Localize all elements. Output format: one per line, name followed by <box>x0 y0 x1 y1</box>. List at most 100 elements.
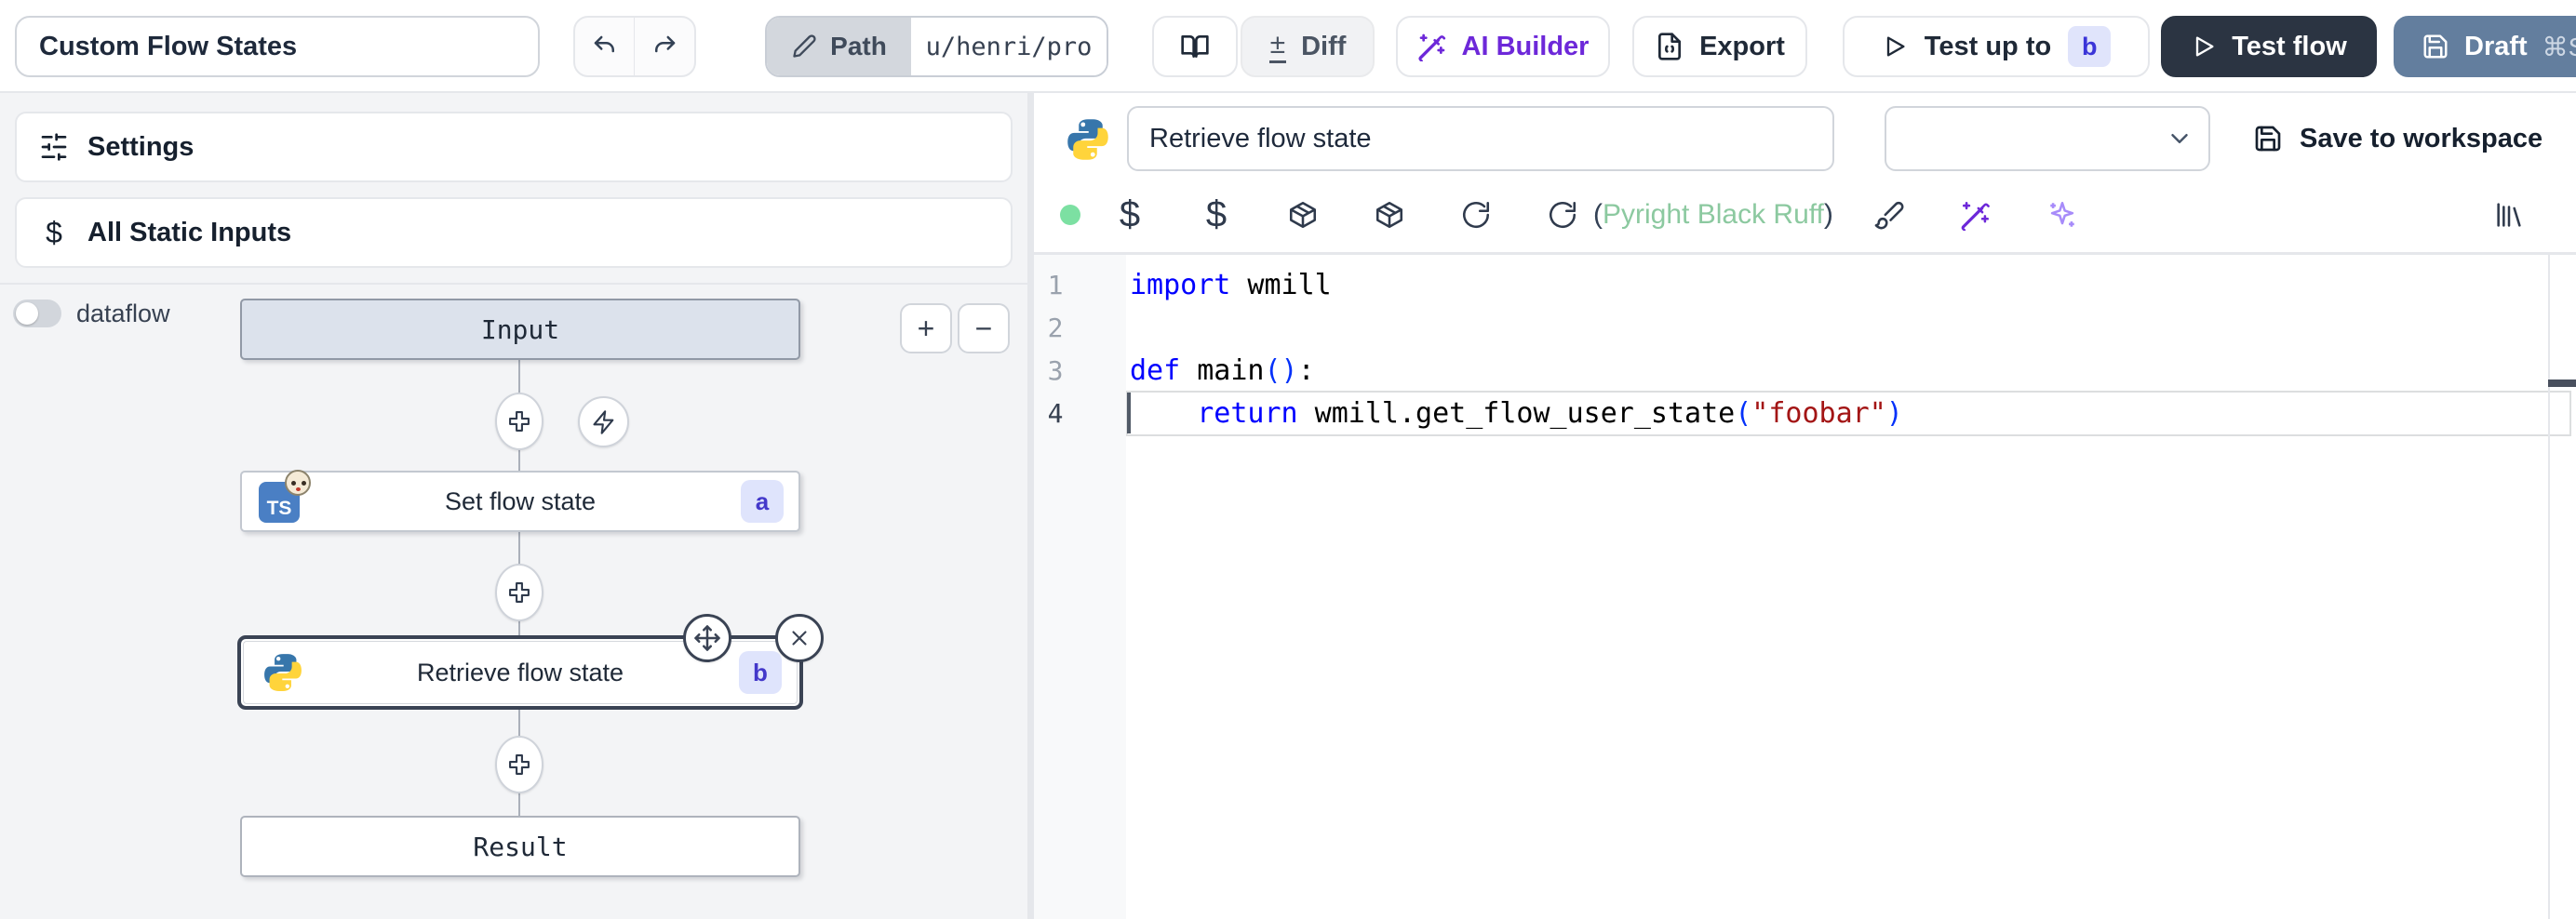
line-number: 2 <box>1034 307 1077 350</box>
save-draft-button[interactable]: Draft ⌘S <box>2394 16 2576 77</box>
flow-settings-button[interactable]: Settings <box>15 112 1013 182</box>
variables-dollar-icon[interactable]: $ <box>1120 194 1140 236</box>
plus-icon <box>506 408 532 434</box>
zoom-out-button[interactable]: − <box>958 303 1010 353</box>
line-number: 1 <box>1034 264 1077 307</box>
result-node-label: Result <box>473 832 567 862</box>
code-line[interactable] <box>1130 307 2576 350</box>
trigger-button[interactable] <box>578 396 629 447</box>
plus-icon <box>506 752 532 778</box>
save-to-workspace-button[interactable]: Save to workspace <box>2253 106 2542 171</box>
redo-icon <box>651 33 678 60</box>
toggle-knob <box>16 302 38 325</box>
wand-icon <box>1417 32 1447 61</box>
step-b-label: Retrieve flow state <box>417 659 624 687</box>
minus-icon: − <box>975 312 993 346</box>
format-brush-icon[interactable] <box>1873 199 1905 231</box>
export-button[interactable]: Export <box>1632 16 1807 77</box>
delete-step-button[interactable] <box>775 614 824 662</box>
panel-splitter[interactable] <box>1027 93 1034 919</box>
plus-icon: + <box>918 312 935 346</box>
topbar: Custom Flow States Path u/henri/pro ± <box>0 0 2576 93</box>
code-editor[interactable]: 1234 import wmill def main(): return wmil… <box>1034 255 2576 919</box>
move-icon <box>693 624 721 652</box>
test-up-to-label: Test up to <box>1925 32 2051 62</box>
reload-icon[interactable] <box>1460 199 1492 231</box>
editor-toolbar: $ $ (Pyright Black Ruff) <box>1034 186 2576 244</box>
static-inputs-label: All Static Inputs <box>87 218 291 248</box>
undo-icon <box>591 33 619 60</box>
pencil-icon <box>791 33 817 60</box>
path-button[interactable]: Path u/henri/pro <box>765 16 1108 77</box>
main-area: Settings $ All Static Inputs dataflow In… <box>0 93 2576 919</box>
zap-icon <box>591 409 617 435</box>
play-icon <box>1882 33 1908 60</box>
undo-redo-group <box>573 16 696 77</box>
zoom-in-button[interactable]: + <box>900 303 952 353</box>
sparkles-icon[interactable] <box>2046 199 2078 231</box>
diff-button[interactable]: ± Diff <box>1241 16 1375 77</box>
diff-icon: ± <box>1269 31 1286 63</box>
step-name-input[interactable]: Retrieve flow state <box>1127 106 1834 171</box>
test-flow-button[interactable]: Test flow <box>2161 16 2377 77</box>
step-node-a[interactable]: TS Set flow state a <box>240 471 800 532</box>
path-label-segment: Path <box>767 18 911 75</box>
line-number: 3 <box>1034 350 1077 393</box>
input-node-label: Input <box>481 314 559 345</box>
dollar-icon: $ <box>39 216 69 250</box>
bun-icon <box>285 470 311 496</box>
test-flow-label: Test flow <box>2232 32 2347 62</box>
python-icon <box>262 652 303 693</box>
test-up-to-step-badge: b <box>2068 26 2111 67</box>
diff-label: Diff <box>1301 32 1346 62</box>
insert-step-button[interactable] <box>495 564 543 621</box>
sliders-icon <box>39 132 69 162</box>
draft-label: Draft <box>2464 32 2528 62</box>
line-number: 4 <box>1034 393 1077 435</box>
gutter-numbers: 1234 <box>1034 255 1126 919</box>
graph-divider <box>0 283 1027 285</box>
step-editor-panel: Retrieve flow state Save to workspace $ … <box>1034 93 2576 919</box>
ai-wand-icon[interactable] <box>1960 199 1992 231</box>
save-to-workspace-label: Save to workspace <box>2300 124 2542 154</box>
insert-step-button[interactable] <box>495 736 543 793</box>
reload-icon[interactable] <box>1547 199 1578 231</box>
language-select[interactable] <box>1885 106 2210 171</box>
all-static-inputs-button[interactable]: $ All Static Inputs <box>15 197 1013 268</box>
code-line[interactable]: return wmill.get_flow_user_state("foobar… <box>1130 393 2576 435</box>
package-icon[interactable] <box>1287 199 1319 231</box>
move-step-button[interactable] <box>683 614 731 662</box>
code-line[interactable]: import wmill <box>1130 264 2576 307</box>
python-icon <box>1066 117 1110 162</box>
save-icon <box>2422 33 2449 60</box>
book-open-icon <box>1180 32 1210 61</box>
settings-label: Settings <box>87 132 194 163</box>
insert-step-button[interactable] <box>495 393 543 450</box>
dataflow-toggle[interactable] <box>13 300 61 327</box>
code-content[interactable]: import wmill def main(): return wmill.get… <box>1130 255 2576 919</box>
flow-title-input[interactable]: Custom Flow States <box>15 16 540 77</box>
step-b-badge: b <box>739 651 782 694</box>
test-up-to-button[interactable]: Test up to b <box>1843 16 2150 77</box>
redo-button[interactable] <box>635 18 694 75</box>
draft-shortcut: ⌘S <box>2542 32 2576 62</box>
path-value: u/henri/pro <box>911 18 1107 75</box>
code-line[interactable]: def main(): <box>1130 350 2576 393</box>
text-cursor <box>1127 393 1131 433</box>
step-a-label: Set flow state <box>445 487 596 516</box>
flow-input-node[interactable]: Input <box>240 299 800 360</box>
ai-builder-button[interactable]: AI Builder <box>1396 16 1610 77</box>
export-label: Export <box>1699 32 1785 62</box>
docs-button[interactable] <box>1152 16 1238 77</box>
plus-icon <box>506 579 532 606</box>
flow-result-node[interactable]: Result <box>240 816 800 877</box>
package-icon[interactable] <box>1374 199 1405 231</box>
undo-button[interactable] <box>575 18 635 75</box>
dataflow-label: dataflow <box>76 300 170 327</box>
step-a-badge: a <box>741 480 784 523</box>
step-name-value: Retrieve flow state <box>1149 124 1372 154</box>
resources-dollar-icon[interactable]: $ <box>1206 194 1227 236</box>
library-icon[interactable] <box>2493 199 2525 231</box>
ai-builder-label: AI Builder <box>1462 32 1590 62</box>
chevron-down-icon <box>2166 125 2194 153</box>
